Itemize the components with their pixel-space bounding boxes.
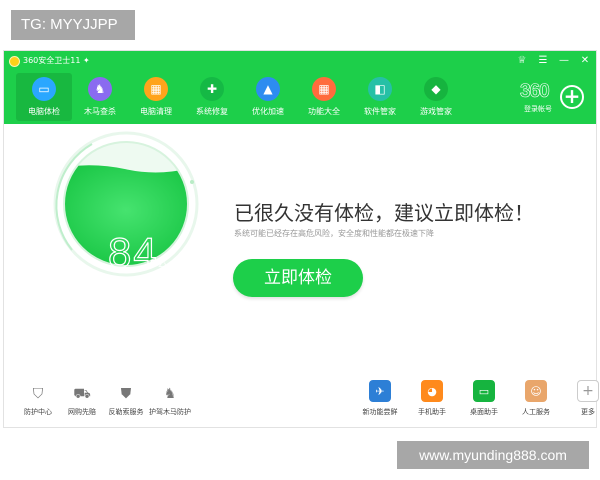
score-value: 84 xyxy=(107,229,159,276)
top-bar: 360安全卫士11 ✦ ♕ ☰ — ✕ ▭ 电脑体检 ♞ 木马查杀 ▦ 电脑清理 ✚ 系统修复… xyxy=(4,51,596,124)
shield-check-icon: ⛉ xyxy=(32,386,44,402)
gauge-dot xyxy=(190,180,194,184)
headline: 已很久没有体检，建议立即体检！ xyxy=(234,201,534,225)
tool-label: 新功能尝鲜 xyxy=(362,408,398,416)
menu-icon[interactable]: ☰ xyxy=(538,54,548,68)
lock-shield-icon: ⛊ xyxy=(120,386,132,402)
check-now-button[interactable]: 立即体检 xyxy=(233,259,363,297)
minimize-icon[interactable]: — xyxy=(559,54,569,68)
watermark-bottom: www.myunding888.com xyxy=(397,441,589,469)
apps-icon: ◧ xyxy=(368,77,392,101)
phone-icon: ◕ xyxy=(421,380,443,402)
avatar-plus-icon[interactable]: + xyxy=(560,85,584,109)
nav-item-label: 电脑体检 xyxy=(28,107,60,116)
plus-icon: + xyxy=(577,380,599,402)
nav-item-label: 电脑清理 xyxy=(140,107,172,116)
nav-item-1[interactable]: ♞ 木马查杀 xyxy=(72,73,128,121)
tool-right-4[interactable]: + 更多 xyxy=(562,380,600,417)
tool-right-0[interactable]: ✈ 新功能尝鲜 xyxy=(354,380,406,417)
tool-label: 更多 xyxy=(581,408,595,416)
nav-item-0[interactable]: ▭ 电脑体检 xyxy=(16,73,72,121)
nav-item-3[interactable]: ✚ 系统修复 xyxy=(184,73,240,121)
monitor-icon: ▭ xyxy=(32,77,56,101)
tool-label: 桌面助手 xyxy=(470,408,498,416)
bottom-tools-right: ✈ 新功能尝鲜 ◕ 手机助手 ▭ 桌面助手 ☺ 人工服务 + 更多 xyxy=(354,380,600,417)
nav-item-label: 优化加速 xyxy=(252,107,284,116)
nav-item-label: 软件管家 xyxy=(364,107,396,116)
broom-icon: ▦ xyxy=(144,77,168,101)
agent-icon: ☺ xyxy=(525,380,547,402)
nav-item-2[interactable]: ▦ 电脑清理 xyxy=(128,73,184,121)
nav-item-label: 木马查杀 xyxy=(84,107,116,116)
desktop-icon: ▭ xyxy=(473,380,495,402)
window-controls: ♕ ☰ — ✕ xyxy=(517,54,590,68)
subline: 系统可能已经存在高危风险，安全度和性能都在极速下降 xyxy=(234,229,434,238)
tool-label: 防护中心 xyxy=(24,408,52,416)
rocket-icon: ▲ xyxy=(256,77,280,101)
grid-icon: ▦ xyxy=(312,77,336,101)
tool-label: 护驾木马防护 xyxy=(149,408,191,416)
tool-label: 手机助手 xyxy=(418,408,446,416)
nav-item-4[interactable]: ▲ 优化加速 xyxy=(240,73,296,121)
update-icon[interactable]: ✦ xyxy=(83,56,90,65)
title-bar: 360安全卫士11 ✦ ♕ ☰ — ✕ xyxy=(4,51,596,71)
login-link[interactable]: 登录帐号 xyxy=(524,104,552,114)
nav-item-label: 游戏管家 xyxy=(420,107,452,116)
brand-360-logo: 360 xyxy=(520,81,550,103)
tool-label: 网购先赔 xyxy=(68,408,96,416)
tool-left-2[interactable]: ⛊ 反勒索服务 xyxy=(104,385,148,417)
tool-left-0[interactable]: ⛉ 防护中心 xyxy=(16,385,60,417)
tool-right-3[interactable]: ☺ 人工服务 xyxy=(510,380,562,417)
horse-icon: ♞ xyxy=(88,77,112,101)
nav-item-6[interactable]: ◧ 软件管家 xyxy=(352,73,408,121)
tool-right-2[interactable]: ▭ 桌面助手 xyxy=(458,380,510,417)
tool-label: 反勒索服务 xyxy=(108,408,144,416)
gamepad-icon: ◆ xyxy=(424,77,448,101)
app-logo-icon xyxy=(9,56,20,67)
bottom-tools-left: ⛉ 防护中心 ⛟ 网购先赔 ⛊ 反勒索服务 ♞ 护驾木马防护 xyxy=(16,385,192,417)
watermark-top: TG: MYYJJPP xyxy=(11,10,135,40)
tool-left-3[interactable]: ♞ 护驾木马防护 xyxy=(148,385,192,417)
tool-label: 人工服务 xyxy=(522,408,550,416)
close-icon[interactable]: ✕ xyxy=(580,54,590,68)
nav-item-5[interactable]: ▦ 功能大全 xyxy=(296,73,352,121)
horse-shield-icon: ♞ xyxy=(163,386,177,402)
skin-icon[interactable]: ♕ xyxy=(517,54,527,68)
cart-icon: ⛟ xyxy=(73,386,91,402)
app-title-text: 360安全卫士11 xyxy=(23,56,81,65)
nav-item-label: 功能大全 xyxy=(308,107,340,116)
main-nav: ▭ 电脑体检 ♞ 木马查杀 ▦ 电脑清理 ✚ 系统修复 ▲ 优化加速 ▦ 功能大全 ◧ 软件管家 ◆ 游戏管家 xyxy=(16,73,464,121)
nav-item-label: 系统修复 xyxy=(196,107,228,116)
score-unit: 分 xyxy=(158,263,168,274)
shield-icon: ✚ xyxy=(200,77,224,101)
tool-right-1[interactable]: ◕ 手机助手 xyxy=(406,380,458,417)
app-title: 360安全卫士11 ✦ xyxy=(23,55,90,67)
bird-icon: ✈ xyxy=(369,380,391,402)
nav-item-7[interactable]: ◆ 游戏管家 xyxy=(408,73,464,121)
tool-left-1[interactable]: ⛟ 网购先赔 xyxy=(60,385,104,417)
